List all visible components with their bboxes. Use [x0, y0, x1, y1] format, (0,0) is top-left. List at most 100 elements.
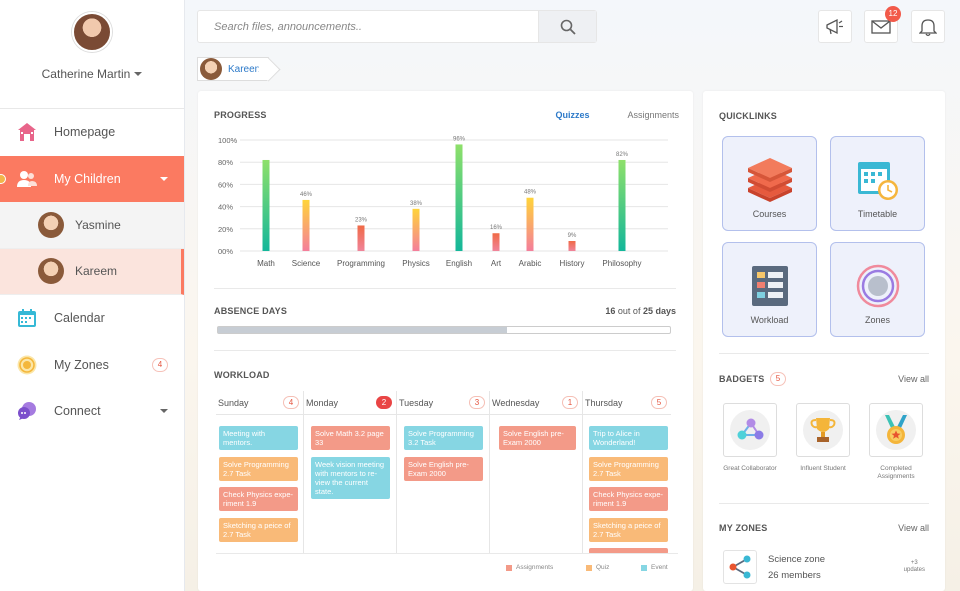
bar-value-label: 48%	[524, 190, 537, 196]
sidebar: Catherine Martin Homepage My Children Ya…	[0, 0, 185, 591]
child-avatar	[200, 58, 222, 80]
bar-programming[interactable]	[357, 225, 365, 251]
tab-assignments[interactable]: Assignments	[627, 110, 679, 120]
task-card[interactable]: Solve Programming 3.2 Task	[404, 426, 483, 450]
task-card[interactable]: Solve Math 3.2 page 33	[311, 426, 390, 450]
day-count-badge: 3	[469, 396, 485, 409]
books-icon	[747, 158, 792, 202]
tab-quizzes[interactable]: Quizzes	[555, 110, 589, 120]
trophy-icon	[810, 418, 836, 442]
workload-board: Sunday 4 Meeting with mentors. Solve Prog…	[216, 391, 678, 554]
bar-physics[interactable]	[412, 208, 420, 251]
quicklink-courses[interactable]: Courses	[722, 136, 817, 231]
zones-icon	[16, 354, 38, 376]
zone-members: 26 members	[768, 570, 821, 581]
task-card[interactable]: Meeting with mentors.	[219, 426, 298, 450]
child-name: Yasmine	[75, 217, 121, 232]
child-name: Kareem	[75, 264, 118, 279]
medal-icon	[885, 415, 907, 444]
sidebar-item-label: Homepage	[54, 125, 116, 140]
badge-influent-student[interactable]: Influent Student	[796, 403, 850, 473]
day-count-badge: 4	[283, 396, 299, 409]
day-name: Wednesday	[492, 397, 540, 408]
legend-assignments: Assignments	[506, 564, 553, 571]
chevron-down-icon	[160, 409, 168, 414]
bar-english[interactable]	[455, 144, 463, 251]
chevron-down-icon	[160, 176, 168, 181]
quicklink-timetable[interactable]: Timetable	[830, 136, 925, 231]
task-card[interactable]: Sketching a peice of 2.7 Task	[589, 518, 668, 542]
bar-history[interactable]	[568, 241, 576, 251]
sidebar-item-my-children[interactable]: My Children	[0, 155, 184, 202]
task-card[interactable]: Solve English pre-Exam 2000	[499, 426, 576, 450]
zone-updates-label: updates	[903, 567, 925, 573]
day-count-badge: 1	[562, 396, 578, 409]
zones-view-all-link[interactable]: View all	[898, 523, 929, 533]
timetable-icon	[857, 162, 898, 200]
sidebar-item-homepage[interactable]: Homepage	[0, 109, 184, 156]
task-card[interactable]: Check Physics expe-riment 1.9	[589, 487, 668, 511]
y-tick-label: 00%	[218, 247, 233, 256]
main-panel: PROGRESS Quizzes Assignments 00% 20% 40% 60…	[198, 91, 693, 591]
badge-label: Influent Student	[800, 465, 846, 472]
sidebar-item-calendar[interactable]: Calendar	[0, 295, 184, 342]
bar-value-label: 46%	[300, 192, 313, 198]
badgets-view-all-link[interactable]: View all	[898, 374, 929, 384]
badge-great-collaborator[interactable]: Great Collaborator	[723, 403, 777, 473]
task-card[interactable]: Check Physics expe-riment 1.9	[219, 487, 298, 511]
progress-title: PROGRESS	[214, 110, 267, 120]
zone-thumbnail	[723, 550, 757, 584]
sidebar-item-connect[interactable]: Connect	[0, 388, 184, 435]
task-card[interactable]: Solve English pre-Exam 2000	[404, 457, 483, 481]
bar-math[interactable]	[262, 159, 270, 251]
bar-value-label: 16%	[490, 225, 503, 231]
bar-science[interactable]	[302, 199, 310, 251]
x-tick-label: History	[560, 259, 585, 268]
day-name: Monday	[306, 397, 339, 408]
zones-count-badge: 4	[152, 357, 168, 372]
divider	[216, 553, 678, 554]
x-tick-label: Physics	[402, 259, 430, 268]
workload-title: WORKLOAD	[214, 370, 270, 380]
search-button[interactable]	[538, 11, 596, 42]
bar-value-label: 23%	[355, 217, 368, 223]
notifications-button[interactable]	[911, 10, 945, 43]
quicklinks-title: QUICKLINKS	[719, 111, 777, 121]
day-column-wednesday: Wednesday 1 Solve English pre-Exam 2000	[490, 391, 583, 554]
quicklink-workload[interactable]: Workload	[722, 242, 817, 337]
search-icon	[560, 19, 576, 35]
users-icon	[16, 168, 38, 190]
messages-button[interactable]: 12	[864, 6, 901, 43]
badge-label: Great Collaborator	[723, 465, 777, 472]
bar-philosophy[interactable]	[618, 159, 626, 251]
search-input[interactable]: Search files, announcements..	[198, 11, 538, 42]
child-tag-name: Kareem	[228, 63, 264, 75]
zone-name: Science zone	[768, 554, 826, 565]
child-item-yasmine[interactable]: Yasmine	[0, 202, 184, 249]
user-avatar[interactable]	[72, 12, 112, 52]
divider	[214, 288, 676, 289]
task-card[interactable]: Trip to Alice in Wonderland!	[589, 426, 668, 450]
task-card[interactable]: Week vision meeting with mentors to re-v…	[311, 457, 390, 499]
quicklink-label: Zones	[864, 315, 890, 325]
task-card[interactable]: Solve Programming 2.7 Task	[219, 457, 298, 481]
task-card[interactable]: Solve Programming 2.7 Task	[589, 457, 668, 481]
task-card[interactable]: Sketching a peice of 2.7 Task	[219, 518, 298, 542]
sidebar-item-label: My Children	[54, 171, 121, 186]
zone-updates-count: +3	[910, 560, 918, 566]
child-item-kareem[interactable]: Kareem	[0, 248, 184, 295]
chat-icon	[16, 400, 38, 422]
announcements-button[interactable]	[818, 10, 852, 43]
zone-item-science[interactable]: Science zone 26 members +3 updates	[723, 550, 931, 588]
bar-value-label: 82%	[616, 152, 629, 158]
quicklink-zones[interactable]: Zones	[830, 242, 925, 337]
x-tick-label: Arabic	[519, 259, 542, 268]
x-tick-label: Art	[491, 259, 502, 268]
sidebar-item-my-zones[interactable]: My Zones 4	[0, 342, 184, 389]
selected-child-tag[interactable]: Kareem	[197, 57, 270, 81]
badge-completed-assignments[interactable]: Completed Assignments	[869, 403, 923, 481]
bar-art[interactable]	[492, 233, 500, 251]
y-tick-label: 100%	[218, 136, 238, 145]
profile-menu[interactable]: Catherine Martin	[0, 67, 184, 81]
bar-arabic[interactable]	[526, 197, 534, 251]
